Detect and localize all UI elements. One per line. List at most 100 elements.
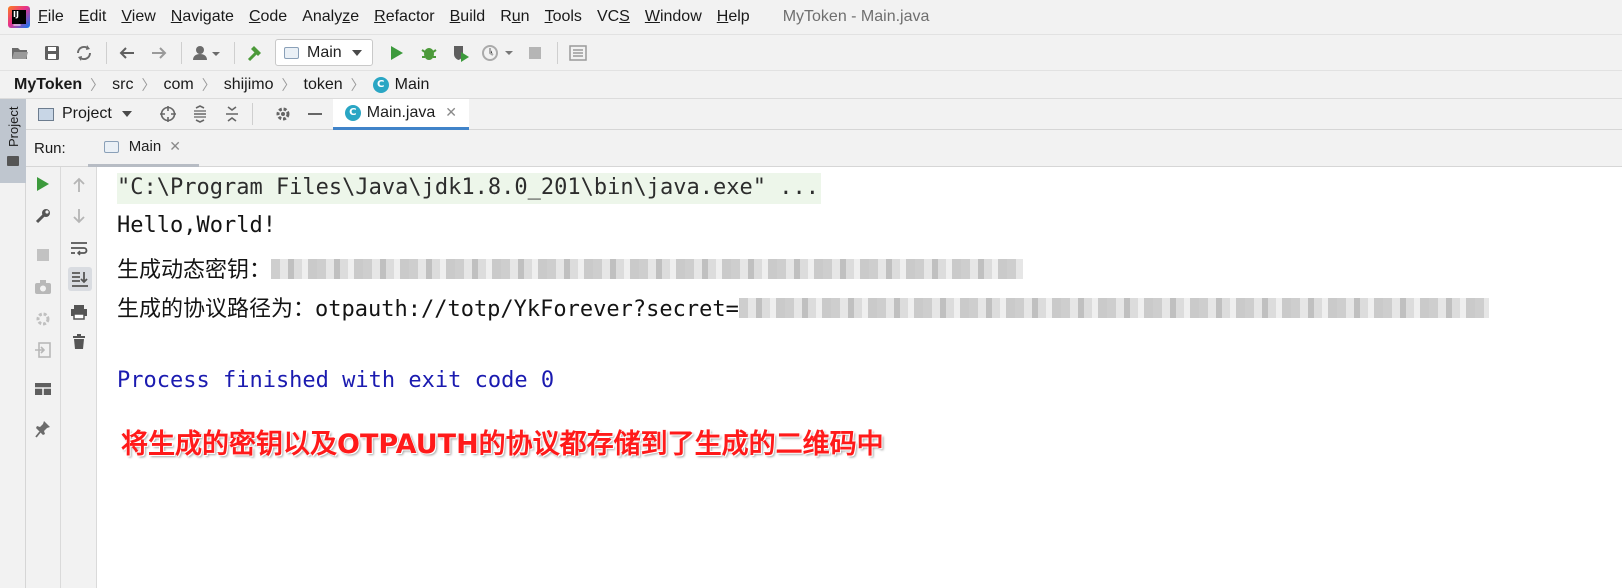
project-panel-header: Project C Main.java ✕ [26,98,1622,130]
breadcrumb-item-src[interactable]: src [112,76,133,94]
gear-icon[interactable] [273,104,293,124]
menu-run[interactable]: Run [500,8,529,26]
run-config-icon [284,46,299,59]
tab-main-java[interactable]: C Main.java ✕ [332,98,470,130]
run-icon[interactable] [385,41,409,65]
open-folder-icon[interactable] [8,41,32,65]
breadcrumb-item-token[interactable]: token [304,76,343,94]
scroll-to-end-icon[interactable] [68,267,92,291]
breadcrumb-item-project[interactable]: MyToken [14,76,82,94]
close-icon[interactable]: ✕ [169,138,181,155]
stop-icon[interactable] [32,244,54,266]
menu-refactor[interactable]: Refactor [374,8,434,26]
breadcrumb-item-main[interactable]: Main [395,76,430,94]
rerun-icon[interactable] [32,173,54,195]
project-tab-label: Project [6,106,21,147]
structure-icon[interactable] [566,41,590,65]
left-tool-stripe: Project [0,99,26,588]
soft-wrap-icon[interactable] [68,237,90,259]
breadcrumb-item-shijimo[interactable]: shijimo [224,76,274,94]
login-icon[interactable] [32,339,54,361]
console-exit-line: Process finished with exit code 0 [117,368,555,393]
menu-bar: IJ — File Edit View Navigate Code Analyze… [0,0,1622,34]
chevron-right-icon: 〉 [141,76,156,93]
run-config-label: Main [307,43,342,61]
profile-icon[interactable] [481,41,515,65]
run-config-selector[interactable]: Main [275,39,373,66]
build-hammer-icon[interactable] [243,41,267,65]
breadcrumb: MyToken 〉 src 〉 com 〉 shijimo 〉 token 〉 … [0,70,1622,99]
minimize-icon[interactable] [305,104,325,124]
run-panel-header: Run: Main ✕ [26,130,1622,167]
console-output-line: 生成动态密钥： [117,252,1024,284]
console-output-line: Hello,World! [117,213,276,238]
menu-edit[interactable]: Edit [79,8,107,26]
menu-code[interactable]: Code [249,8,287,26]
console-command-line: "C:\Program Files\Java\jdk1.8.0_201\bin\… [117,173,821,204]
menu-file[interactable]: File [38,8,64,26]
redacted-secret-blur [271,259,1024,279]
class-icon: C [372,76,389,93]
run-tab-main[interactable]: Main ✕ [87,130,199,167]
menu-help[interactable]: Help [717,8,750,26]
print-icon[interactable] [68,301,90,323]
debug-icon[interactable] [417,41,441,65]
arrow-down-icon[interactable] [68,205,90,227]
project-panel-title[interactable]: Project [62,105,112,123]
console-text: 生成动态密钥： [117,258,272,283]
chevron-right-icon: 〉 [201,76,216,93]
window-title: MyToken - Main.java [782,8,930,25]
coverage-icon[interactable] [449,41,473,65]
main-toolbar: Main [0,34,1622,70]
menu-tools[interactable]: Tools [545,8,582,26]
folder-icon [7,156,19,166]
run-console[interactable]: "C:\Program Files\Java\jdk1.8.0_201\bin\… [97,167,1622,588]
toolbar-divider [251,103,253,125]
chevron-down-icon [351,49,362,56]
redacted-secret-blur [738,298,1489,318]
menu-window[interactable]: Window [645,8,702,26]
class-icon: C [344,104,361,121]
run-panel-label: Run: [34,139,66,157]
camera-icon[interactable] [32,276,54,298]
pin-icon[interactable] [32,418,54,440]
annotation-text: 将生成的密钥以及OTPAUTH的协议都存储到了生成的二维码中 [121,429,884,460]
menu-analyze[interactable]: Analyze [302,8,359,26]
project-tool-window-tab[interactable]: Project [0,99,26,183]
stop-icon[interactable] [523,41,547,65]
run-tab-label: Main [128,138,162,155]
layout-icon[interactable] [32,378,54,400]
chevron-right-icon: 〉 [281,76,296,93]
locate-icon[interactable] [158,104,178,124]
wrench-icon[interactable] [32,205,54,227]
intellij-logo-icon: IJ — [8,6,30,29]
chevron-right-icon: 〉 [90,76,105,93]
menu-build[interactable]: Build [450,8,486,26]
toolbar-divider [556,41,558,64]
expand-all-icon[interactable] [190,104,210,124]
menu-navigate[interactable]: Navigate [171,8,234,26]
breadcrumb-item-com[interactable]: com [163,76,193,94]
debug-settings-icon[interactable] [32,308,54,330]
menu-view[interactable]: View [121,8,155,26]
toolbar-divider [181,41,182,64]
save-icon[interactable] [40,41,64,65]
toolbar-divider [106,41,107,64]
arrow-up-icon[interactable] [68,174,90,196]
run-toolbar-primary [26,167,61,588]
close-icon[interactable]: ✕ [445,104,457,121]
user-icon[interactable] [190,41,224,65]
forward-icon[interactable] [147,41,171,65]
run-config-icon [103,140,119,153]
back-icon[interactable] [115,41,139,65]
toolbar-divider [234,41,235,64]
project-window-icon [38,107,54,121]
chevron-down-icon[interactable] [121,111,132,117]
trash-icon[interactable] [68,331,90,353]
menu-vcs[interactable]: VCS [597,8,630,26]
chevron-right-icon: 〉 [350,76,365,93]
run-toolbar-secondary [61,167,97,588]
sync-icon[interactable] [72,41,96,65]
tab-label: Main.java [366,103,436,121]
collapse-all-icon[interactable] [222,104,242,124]
